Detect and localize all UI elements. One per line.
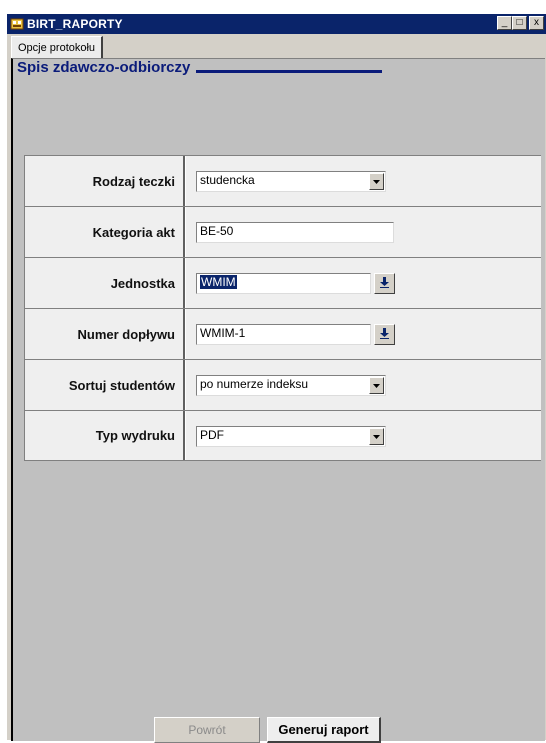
kategoria-akt-input[interactable]: BE-50 — [196, 222, 394, 243]
form-row-sortuj-studentow: Sortuj studentów po numerze indeksu — [24, 359, 541, 410]
maximize-icon: □ — [516, 17, 523, 28]
jednostka-picker-button[interactable] — [374, 273, 395, 294]
form-row-typ-wydruku: Typ wydruku PDF — [24, 410, 541, 461]
report-options-form: Rodzaj teczki studencka Kategoria akt BE… — [24, 155, 541, 461]
field-cell: WMIM-1 — [185, 309, 541, 359]
form-row-kategoria-akt: Kategoria akt BE-50 — [24, 206, 541, 257]
page-title: Spis zdawczo-odbiorczy — [17, 59, 383, 76]
maximize-button[interactable]: □ — [512, 16, 527, 30]
close-button[interactable]: x — [529, 16, 544, 30]
field-cell: WMIM — [185, 258, 541, 308]
input-value: BE-50 — [200, 224, 234, 238]
form-row-rodzaj-teczki: Rodzaj teczki studencka — [24, 155, 541, 206]
numer-doplywu-input[interactable]: WMIM-1 — [196, 324, 371, 345]
tab-bar: Opcje protokołu — [11, 36, 104, 58]
close-icon: x — [534, 17, 539, 28]
input-value: WMIM-1 — [200, 326, 246, 340]
field-label: Numer dopływu — [24, 309, 185, 359]
field-label: Rodzaj teczki — [24, 156, 185, 206]
tab-label: Opcje protokołu — [18, 41, 96, 54]
generate-report-button[interactable]: Generuj raport — [267, 717, 381, 743]
tab-opcje-protokolu[interactable]: Opcje protokołu — [11, 36, 104, 58]
field-cell: PDF — [185, 411, 541, 460]
minimize-button[interactable]: _ — [497, 16, 512, 30]
field-label: Kategoria akt — [24, 207, 185, 257]
download-arrow-icon — [380, 326, 389, 344]
chevron-down-icon[interactable] — [369, 377, 384, 394]
back-button-label: Powrót — [188, 723, 226, 737]
input-value: WMIM — [200, 275, 237, 289]
minimize-icon: _ — [501, 17, 508, 28]
chevron-down-icon[interactable] — [369, 428, 384, 445]
typ-wydruku-select[interactable]: PDF — [196, 426, 386, 447]
field-label: Typ wydruku — [24, 411, 185, 460]
numer-doplywu-picker-button[interactable] — [374, 324, 395, 345]
app-icon — [10, 17, 24, 31]
select-value: studencka — [200, 173, 255, 187]
field-label: Sortuj studentów — [24, 360, 185, 410]
form-row-numer-doplywu: Numer dopływu WMIM-1 — [24, 308, 541, 359]
rodzaj-teczki-select[interactable]: studencka — [196, 171, 386, 192]
back-button[interactable]: Powrót — [154, 717, 260, 743]
download-arrow-icon — [380, 275, 389, 293]
select-value: po numerze indeksu — [200, 377, 309, 391]
window-controls: _ □ x — [497, 16, 544, 30]
jednostka-input[interactable]: WMIM — [196, 273, 371, 294]
field-label: Jednostka — [24, 258, 185, 308]
field-cell: po numerze indeksu — [185, 360, 541, 410]
sortuj-studentow-select[interactable]: po numerze indeksu — [196, 375, 386, 396]
field-cell: BE-50 — [185, 207, 541, 257]
form-row-jednostka: Jednostka WMIM — [24, 257, 541, 308]
title-underline — [196, 70, 383, 73]
app-window: BIRT_RAPORTY _ □ x Opcje protokołu Spis … — [6, 13, 546, 743]
window-title: BIRT_RAPORTY — [27, 17, 123, 31]
select-value: PDF — [200, 428, 224, 442]
chevron-down-icon[interactable] — [369, 173, 384, 190]
action-buttons: Powrót Generuj raport — [154, 717, 381, 743]
title-bar[interactable]: BIRT_RAPORTY _ □ x — [7, 14, 546, 34]
page-title-text: Spis zdawczo-odbiorczy — [17, 59, 191, 76]
field-cell: studencka — [185, 156, 541, 206]
generate-button-label: Generuj raport — [278, 722, 369, 737]
